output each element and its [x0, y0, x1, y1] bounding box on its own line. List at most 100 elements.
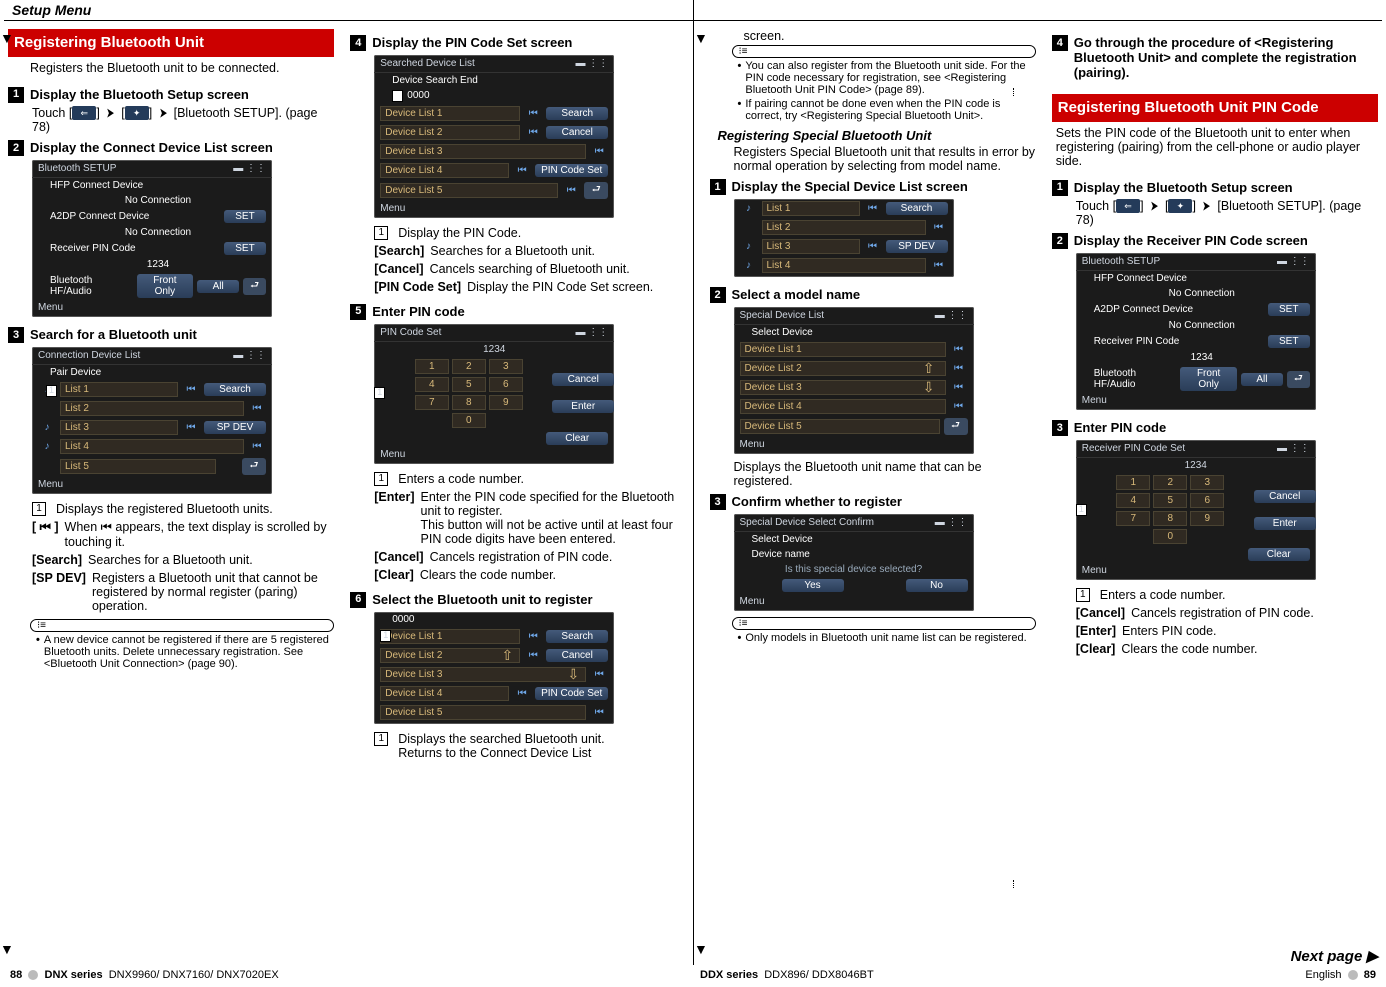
- screenshot-connection-device-list: Connection Device List▬ ⋮⋮ Pair Device 1…: [32, 347, 272, 494]
- def-key: [SP DEV]: [32, 571, 86, 613]
- caret-icon: ➤: [1151, 198, 1158, 213]
- step-number: 4: [1052, 35, 1068, 51]
- section-desc: Registers the Bluetooth unit to be conne…: [30, 61, 334, 75]
- def-text: Cancels registration of PIN code.: [430, 550, 677, 564]
- ref-1: 1: [374, 732, 388, 746]
- dot-marker: [1013, 88, 1014, 96]
- def-key: [Search]: [32, 553, 82, 567]
- margin-arrow-icon: ▼: [0, 941, 14, 957]
- step-number: 5: [350, 304, 366, 320]
- home-icon: ⇐: [72, 106, 96, 120]
- step-title: Display the Receiver PIN Code screen: [1074, 233, 1378, 248]
- back-icon: ⮐: [584, 182, 608, 199]
- arrow-down-icon: ⇩: [568, 666, 580, 683]
- arrow-down-icon: ⇩: [923, 379, 935, 396]
- def-key: [Search]: [374, 244, 424, 258]
- arrow-up-icon: ⇧: [923, 360, 935, 377]
- page-footer: 88 DNX series DNX9960/ DNX7160/ DNX7020E…: [0, 965, 1386, 987]
- step-title: Enter PIN code: [372, 304, 676, 319]
- screenshot-pin-code-set: PIN Code Set▬ ⋮⋮ 1234 1 123 456 789 0 Ca…: [374, 324, 614, 464]
- step-number: 2: [1052, 233, 1068, 249]
- callout-1: 1: [46, 385, 57, 397]
- screenshot-bluetooth-setup: Bluetooth SETUP▬ ⋮⋮ HFP Connect Device N…: [32, 160, 272, 317]
- note-icon: ⁝≡: [30, 619, 334, 632]
- continuation-text: screen.: [744, 29, 1036, 43]
- def-text: Displays the searched Bluetooth unit.Ret…: [398, 732, 676, 760]
- margin-arrow-icon: ▼: [694, 30, 708, 46]
- note-text: •Only models in Bluetooth unit name list…: [738, 632, 1036, 644]
- def-text: Cancels searching of Bluetooth unit.: [430, 262, 677, 276]
- def-text: Searches for a Bluetooth unit.: [88, 553, 334, 567]
- callout-1: 1: [374, 387, 385, 399]
- def-key: [PIN Code Set]: [374, 280, 461, 294]
- def-text: Searches for a Bluetooth unit.: [430, 244, 676, 258]
- sub-desc: Registers Special Bluetooth unit that re…: [734, 145, 1036, 173]
- step-title: Display the PIN Code Set screen: [372, 35, 676, 50]
- callout-1: 1: [1076, 504, 1087, 516]
- def-text: Display the PIN Code.: [398, 226, 676, 240]
- callout-1: 1: [392, 90, 403, 102]
- def-text: Enters PIN code.: [1122, 624, 1378, 638]
- margin-arrow-icon: ▼: [694, 941, 708, 957]
- section-title: Registering Bluetooth Unit PIN Code: [1052, 94, 1378, 122]
- sub-heading: Registering Special Bluetooth Unit: [718, 128, 1036, 143]
- back-icon: ⮐: [944, 418, 968, 435]
- def-text: Cancels registration of PIN code.: [1131, 606, 1378, 620]
- callout-1: 1: [380, 630, 391, 642]
- step-number: 6: [350, 592, 366, 608]
- screenshot-special-list-small: ♪List 1⏮Search List 2⏮ ♪List 3⏮SP DEV ♪L…: [734, 199, 954, 277]
- def-text: Clears the code number.: [1121, 642, 1378, 656]
- step-number: 3: [8, 327, 24, 343]
- arrow-up-icon: ⇧: [502, 647, 514, 664]
- step-number: 1: [8, 87, 24, 103]
- def-text: Enters a code number.: [1100, 588, 1378, 602]
- ref-1: 1: [374, 472, 388, 486]
- section-title: Registering Bluetooth Unit: [8, 29, 334, 57]
- step-title: Confirm whether to register: [732, 494, 1036, 509]
- screenshot-special-device-list: Special Device List▬ ⋮⋮ Select Device De…: [734, 307, 974, 454]
- step-number: 2: [710, 287, 726, 303]
- screenshot-confirm: Special Device Select Confirm▬ ⋮⋮ Select…: [734, 514, 974, 611]
- def-key: [Clear]: [374, 568, 414, 582]
- def-key: [Enter]: [1076, 624, 1116, 638]
- def-text: Enter the PIN code specified for the Blu…: [421, 490, 677, 546]
- caret-icon: ➤: [1203, 198, 1210, 213]
- back-icon: ⮐: [242, 458, 266, 475]
- desc-text: Displays the Bluetooth unit name that ca…: [734, 460, 1036, 488]
- def-text: Clears the code number.: [420, 568, 677, 582]
- def-key: [ ⏮ ]: [32, 520, 59, 549]
- step-number: 1: [1052, 180, 1068, 196]
- note-text: •If pairing cannot be done even when the…: [738, 98, 1036, 122]
- screenshot-bluetooth-setup: Bluetooth SETUP▬ ⋮⋮ HFP Connect Device N…: [1076, 253, 1316, 410]
- step-title: Enter PIN code: [1074, 420, 1378, 435]
- note-icon: ⁝≡: [732, 45, 1036, 58]
- step-number: 4: [350, 35, 366, 51]
- setup-icon: ✦: [1168, 199, 1192, 213]
- def-key: [Cancel]: [374, 550, 423, 564]
- def-text: Registers a Bluetooth unit that cannot b…: [92, 571, 334, 613]
- note-text: •A new device cannot be registered if th…: [36, 634, 334, 670]
- screenshot-select-unit: 0000 1 Device List 1⏮Search Device List …: [374, 612, 614, 724]
- note-icon: ⁝≡: [732, 617, 1036, 630]
- screenshot-receiver-pin: Receiver PIN Code Set▬ ⋮⋮ 1234 1 123 456…: [1076, 440, 1316, 580]
- next-page-link: Next page ▶: [1052, 947, 1378, 965]
- ref-1: 1: [374, 226, 388, 240]
- step-title: Display the Bluetooth Setup screen: [30, 87, 334, 102]
- ref-1: 1: [32, 502, 46, 516]
- margin-arrow-icon: ▼: [0, 30, 14, 46]
- ref-1: 1: [1076, 588, 1090, 602]
- def-key: [Clear]: [1076, 642, 1116, 656]
- step-title: Display the Special Device List screen: [732, 179, 1036, 194]
- section-desc: Sets the PIN code of the Bluetooth unit …: [1056, 126, 1378, 168]
- back-icon: ⮐: [243, 278, 266, 295]
- step-body: Touch [⇐] ➤ [✦] ➤ [Bluetooth SETUP]. (pa…: [32, 105, 334, 135]
- def-text: Enters a code number.: [398, 472, 676, 486]
- step-title: Select a model name: [732, 287, 1036, 302]
- def-key: [Cancel]: [1076, 606, 1125, 620]
- screenshot-searched-device-list: Searched Device List▬ ⋮⋮ Device Search E…: [374, 55, 614, 218]
- step-title: Go through the procedure of <Registering…: [1074, 35, 1378, 80]
- step-number: 1: [710, 179, 726, 195]
- step-body: Touch [⇐] ➤ [✦] ➤ [Bluetooth SETUP]. (pa…: [1076, 198, 1378, 228]
- step-number: 3: [1052, 420, 1068, 436]
- def-key: [Enter]: [374, 490, 414, 546]
